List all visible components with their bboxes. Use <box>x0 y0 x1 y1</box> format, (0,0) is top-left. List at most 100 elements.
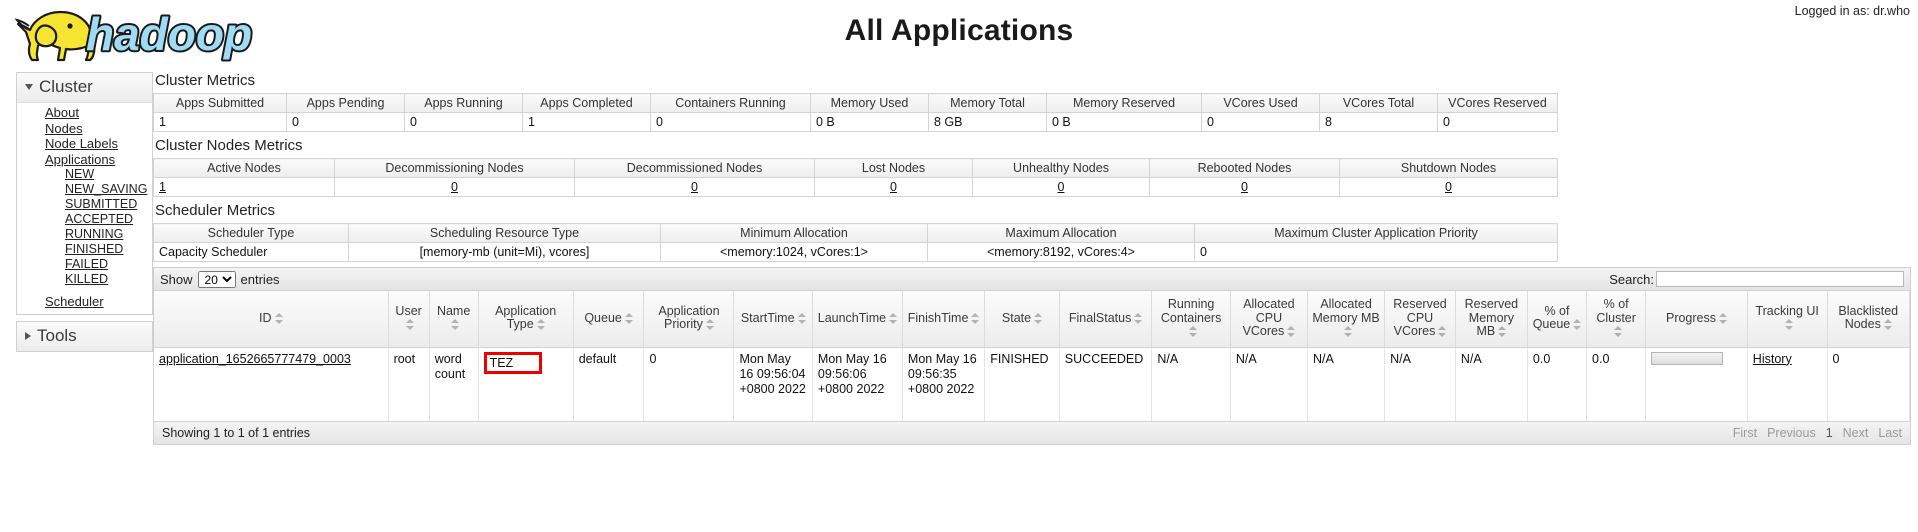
sort-icon <box>624 312 633 324</box>
sort-icon <box>1719 312 1728 324</box>
applications-table: ID User Name Application Type Queue Appl… <box>154 291 1911 421</box>
nodes-metrics-header-row: Active Nodes Decommissioning Nodes Decom… <box>153 158 1558 178</box>
cell-blacklisted-nodes: 0 <box>1827 347 1911 421</box>
chevron-down-icon <box>25 84 33 90</box>
search-input[interactable] <box>1656 271 1904 287</box>
th-state[interactable]: State <box>984 291 1060 348</box>
col-rebooted-nodes: Rebooted Nodes <box>1149 158 1340 178</box>
th-application-priority[interactable]: Application Priority <box>643 291 735 348</box>
cluster-metrics-header-row: Apps Submitted Apps Pending Apps Running… <box>153 93 1558 113</box>
sort-icon <box>1287 326 1296 338</box>
th-launch-time[interactable]: LaunchTime <box>812 291 903 348</box>
th-progress[interactable]: Progress <box>1645 291 1748 348</box>
th-start-time[interactable]: StartTime <box>733 291 813 348</box>
col-max-cluster-app-priority: Maximum Cluster Application Priority <box>1194 223 1558 243</box>
th-queue[interactable]: Queue <box>573 291 645 348</box>
paging-previous[interactable]: Previous <box>1767 426 1816 440</box>
search-label: Search: <box>1609 271 1654 287</box>
th-allocated-cpu-vcores[interactable]: Allocated CPU VCores <box>1230 291 1308 348</box>
datatable-toolbar: Show 20 entries Search: <box>154 268 1910 291</box>
sidebar-state-new[interactable]: NEW <box>17 167 152 182</box>
paging-first[interactable]: First <box>1733 426 1757 440</box>
th-pct-of-queue[interactable]: % of Queue <box>1527 291 1588 348</box>
sort-icon <box>536 319 545 331</box>
sort-icon <box>1573 319 1582 331</box>
th-allocated-memory-mb[interactable]: Allocated Memory MB <box>1307 291 1386 348</box>
sidebar-item-node-labels[interactable]: Node Labels <box>17 136 152 152</box>
th-name[interactable]: Name <box>429 291 479 348</box>
th-finish-time[interactable]: FinishTime <box>902 291 986 348</box>
paging-next[interactable]: Next <box>1843 426 1869 440</box>
cell-pct-of-cluster: 0.0 <box>1586 347 1647 421</box>
cluster-metrics-value-row: 1 0 0 1 0 0 B 8 GB 0 B 0 8 0 <box>153 112 1558 132</box>
th-id[interactable]: ID <box>154 291 389 348</box>
sidebar-state-submitted[interactable]: SUBMITTED <box>17 197 152 212</box>
sidebar-state-new-saving[interactable]: NEW_SAVING <box>17 182 152 197</box>
link-unhealthy-nodes[interactable]: 0 <box>1058 180 1065 194</box>
link-rebooted-nodes[interactable]: 0 <box>1241 180 1248 194</box>
sidebar-item-nodes[interactable]: Nodes <box>17 121 152 137</box>
col-lost-nodes: Lost Nodes <box>814 158 973 178</box>
cell-application-type: TEZ <box>478 347 574 421</box>
cell-allocated-memory-mb: N/A <box>1307 347 1386 421</box>
col-shutdown-nodes: Shutdown Nodes <box>1339 158 1558 178</box>
application-id-link[interactable]: application_1652665777479_0003 <box>159 352 351 366</box>
col-maximum-allocation: Maximum Allocation <box>927 223 1195 243</box>
col-containers-running: Containers Running <box>650 93 811 113</box>
page-length-select[interactable]: 20 <box>197 270 236 288</box>
paging-page-1[interactable]: 1 <box>1826 426 1833 440</box>
th-pct-of-cluster[interactable]: % of Cluster <box>1586 291 1647 348</box>
sidebar-state-finished[interactable]: FINISHED <box>17 242 152 257</box>
sidebar-panel-tools: Tools <box>16 320 153 352</box>
col-scheduling-resource-type: Scheduling Resource Type <box>348 223 661 243</box>
sidebar-state-killed[interactable]: KILLED <box>17 272 152 287</box>
th-reserved-cpu-vcores[interactable]: Reserved CPU VCores <box>1384 291 1456 348</box>
sort-icon <box>1498 326 1507 338</box>
sidebar-state-running[interactable]: RUNNING <box>17 227 152 242</box>
val-vcores-used: 0 <box>1201 112 1320 132</box>
th-user[interactable]: User <box>388 291 430 348</box>
sort-icon <box>889 312 898 324</box>
sidebar-item-applications[interactable]: Applications <box>17 152 152 168</box>
sidebar-panel-cluster: Cluster About Nodes Node Labels Applicat… <box>16 72 153 315</box>
link-shutdown-nodes[interactable]: 0 <box>1445 180 1452 194</box>
th-final-status[interactable]: FinalStatus <box>1059 291 1153 348</box>
col-memory-reserved: Memory Reserved <box>1046 93 1202 113</box>
sort-icon <box>1883 319 1892 331</box>
sidebar-state-accepted[interactable]: ACCEPTED <box>17 212 152 227</box>
th-running-containers[interactable]: Running Containers <box>1151 291 1231 348</box>
cell-name: word count <box>429 347 479 421</box>
show-label: Show <box>160 271 193 287</box>
sort-icon <box>406 319 415 331</box>
sidebar-item-scheduler[interactable]: Scheduler <box>17 294 152 310</box>
entries-label: entries <box>240 271 280 287</box>
sidebar-item-about[interactable]: About <box>17 105 152 121</box>
col-decommissioned-nodes: Decommissioned Nodes <box>574 158 815 178</box>
sort-icon <box>971 312 980 324</box>
val-maximum-allocation: <memory:8192, vCores:4> <box>927 242 1195 262</box>
link-active-nodes[interactable]: 1 <box>159 180 166 194</box>
sort-icon <box>1613 326 1622 338</box>
th-blacklisted-nodes[interactable]: Blacklisted Nodes <box>1827 291 1911 348</box>
cell-reserved-cpu-vcores: N/A <box>1384 347 1456 421</box>
tracking-ui-link[interactable]: History <box>1753 352 1792 366</box>
sort-icon <box>451 319 460 331</box>
cluster-metrics-table: Apps Submitted Apps Pending Apps Running… <box>153 93 1558 132</box>
sidebar-cluster-header[interactable]: Cluster <box>17 73 152 103</box>
scheduler-metrics-table: Scheduler Type Scheduling Resource Type … <box>153 223 1558 262</box>
sidebar-state-failed[interactable]: FAILED <box>17 257 152 272</box>
th-tracking-ui[interactable]: Tracking UI <box>1747 291 1828 348</box>
th-reserved-memory-mb[interactable]: Reserved Memory MB <box>1455 291 1528 348</box>
val-scheduler-type: Capacity Scheduler <box>153 242 349 262</box>
th-application-type[interactable]: Application Type <box>478 291 574 348</box>
sort-icon <box>1784 319 1793 331</box>
link-decommissioning-nodes[interactable]: 0 <box>451 180 458 194</box>
link-lost-nodes[interactable]: 0 <box>890 180 897 194</box>
cell-finish-time: Mon May 16 09:56:35 +0800 2022 <box>902 347 986 421</box>
link-decommissioned-nodes[interactable]: 0 <box>691 180 698 194</box>
login-info: Logged in as: dr.who <box>1794 4 1910 18</box>
sort-icon <box>1343 326 1352 338</box>
sidebar-tools-header[interactable]: Tools <box>17 321 152 351</box>
applications-table-wrapper: Show 20 entries Search: ID User Name App… <box>153 267 1911 445</box>
paging-last[interactable]: Last <box>1878 426 1902 440</box>
